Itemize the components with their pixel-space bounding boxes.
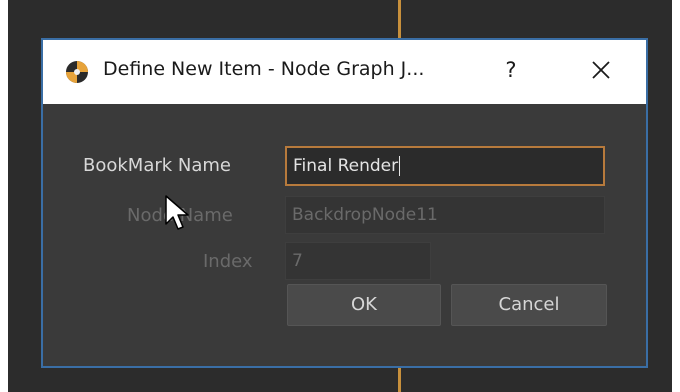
index-label: Index: [203, 251, 253, 272]
index-field: 7: [285, 242, 431, 280]
ok-button[interactable]: OK: [287, 284, 441, 326]
help-button[interactable]: ?: [495, 52, 527, 88]
index-value: 7: [292, 251, 303, 271]
mouse-cursor-icon: [165, 195, 189, 230]
node-name-value: BackdropNode11: [292, 205, 438, 225]
app-logo-icon: [66, 61, 88, 83]
dialog-content: BookMark Name Final Render Node Name Bac…: [43, 104, 646, 366]
text-caret: [399, 156, 401, 176]
dialog-title: Define New Item - Node Graph J...: [103, 58, 425, 80]
close-icon[interactable]: [583, 52, 619, 88]
define-new-item-dialog: Define New Item - Node Graph J... ? Book…: [41, 38, 648, 368]
bookmark-name-input[interactable]: Final Render: [285, 146, 605, 186]
cancel-button[interactable]: Cancel: [451, 284, 607, 326]
dialog-titlebar[interactable]: Define New Item - Node Graph J... ?: [43, 40, 646, 104]
node-name-field: BackdropNode11: [285, 196, 605, 234]
bookmark-name-label: BookMark Name: [83, 155, 232, 176]
bookmark-name-value: Final Render: [293, 156, 399, 176]
